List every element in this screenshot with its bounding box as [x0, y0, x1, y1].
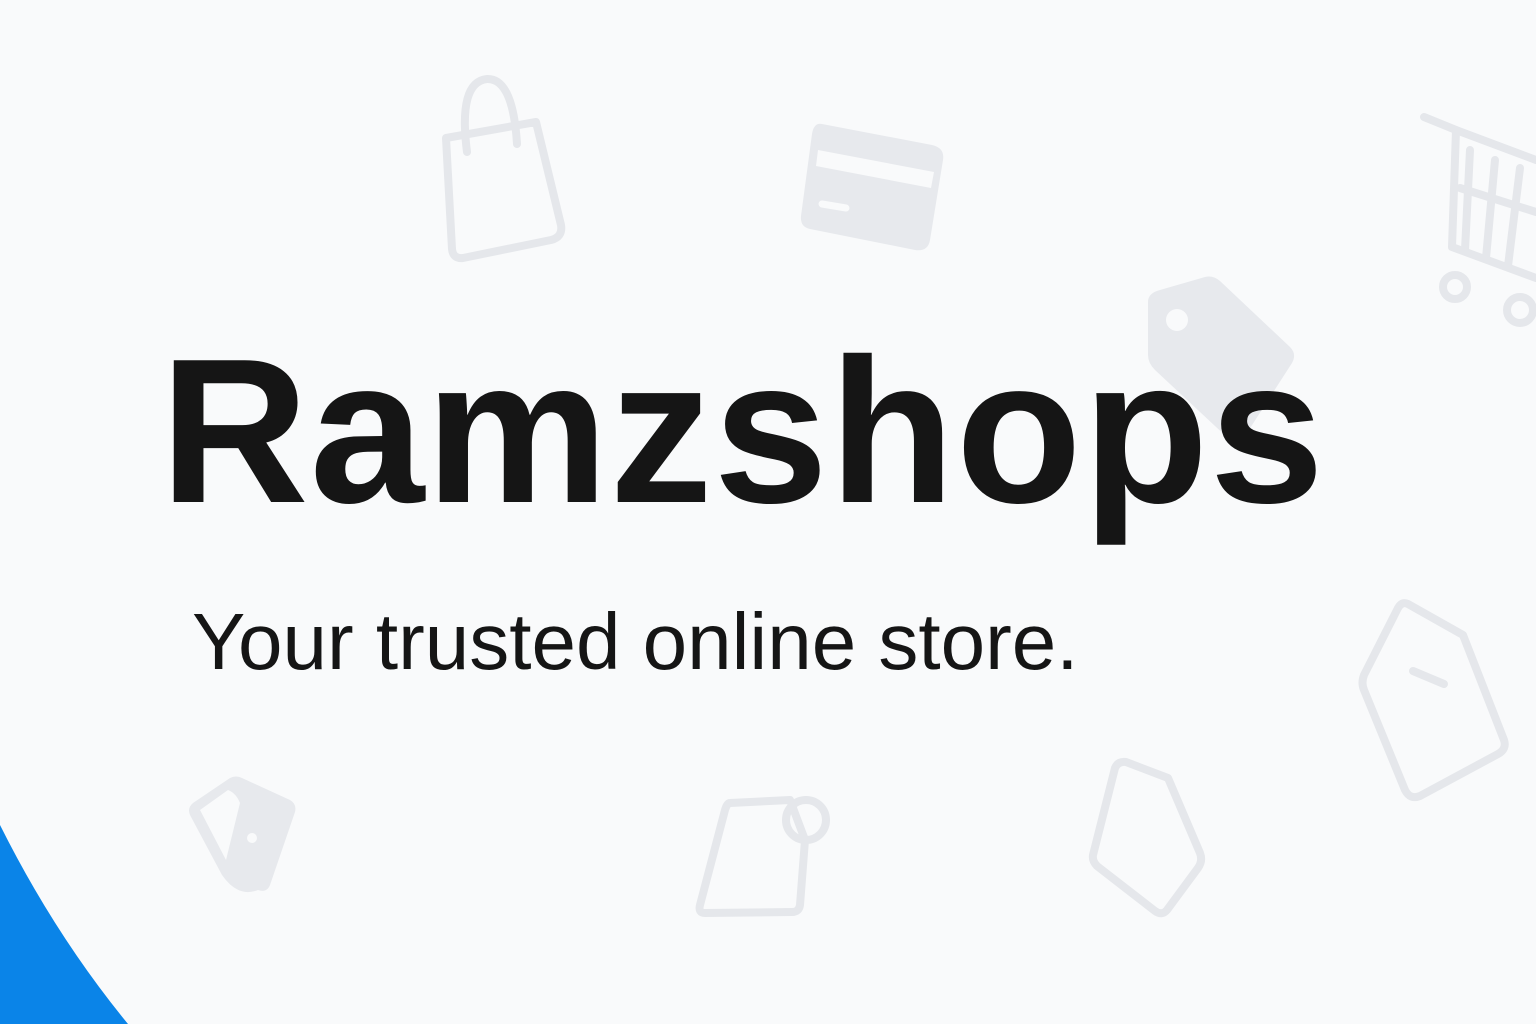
- credit-card-icon: [800, 123, 944, 251]
- brand-tagline: Your trusted online store.: [192, 597, 1079, 686]
- shopping-cart-icon: [1420, 113, 1536, 327]
- receipt-icon: [1358, 599, 1509, 802]
- accent-arc: [0, 825, 128, 1024]
- label-tag-icon: [695, 796, 830, 917]
- small-tag-icon: [189, 776, 296, 893]
- brand-title: Ramzshops: [160, 316, 1326, 546]
- shopping-bag-icon: [442, 75, 566, 263]
- pentagon-tag-icon: [1088, 757, 1206, 918]
